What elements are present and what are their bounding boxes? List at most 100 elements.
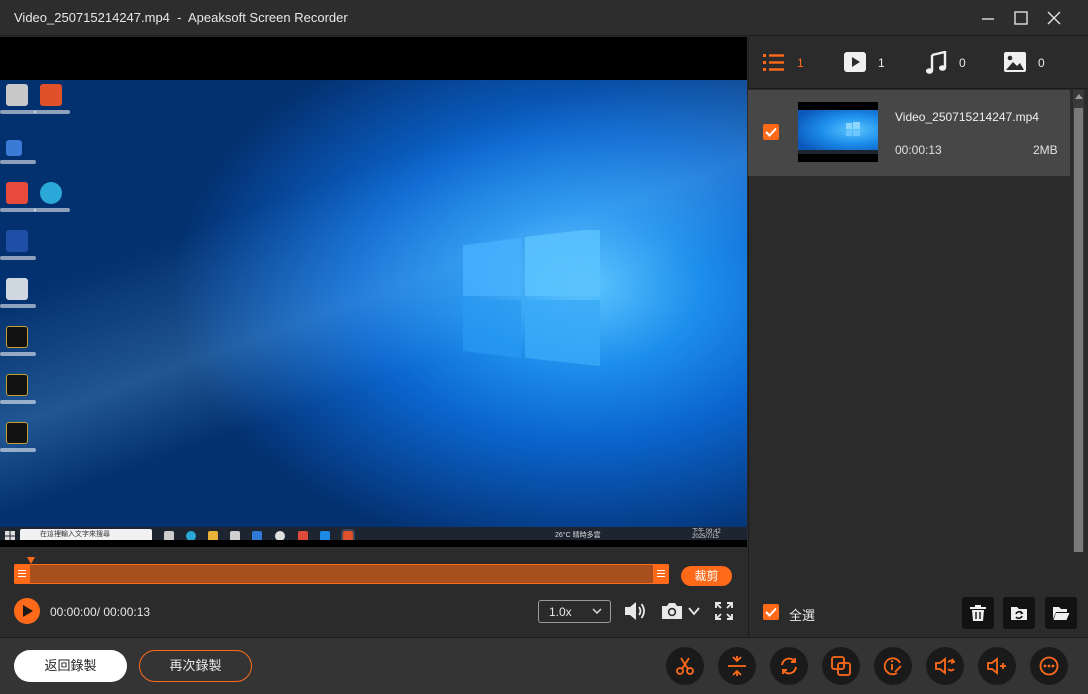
close-button[interactable] xyxy=(1042,6,1066,30)
check-icon xyxy=(765,127,777,137)
trash-icon xyxy=(970,605,986,621)
video-merger-button[interactable] xyxy=(718,647,756,685)
volume-icon[interactable] xyxy=(623,600,647,622)
file-duration: 00:00:13 xyxy=(895,143,942,157)
play-button[interactable] xyxy=(14,598,40,624)
chrome-taskbar-icon xyxy=(275,531,285,540)
edge-taskbar-icon xyxy=(186,531,196,540)
music-icon xyxy=(925,50,947,74)
scrollbar-thumb[interactable] xyxy=(1074,108,1083,552)
s-app-icon xyxy=(6,374,28,396)
speed-select[interactable]: 1.0x xyxy=(538,600,611,623)
file-checkbox[interactable] xyxy=(763,124,779,140)
title-file-name: Video_250715214247.mp4 xyxy=(14,10,170,25)
check-icon xyxy=(765,607,777,617)
recorded-desktop-frame: 在這裡輸入文字來搜尋 26°C 晴時多雲 下午 09:42 2025/7/15 xyxy=(0,80,747,540)
compress-icon xyxy=(831,656,851,676)
time-display: 00:00:00/ 00:00:13 xyxy=(50,605,151,619)
timeline-area xyxy=(0,547,747,637)
select-all-label: 全選 xyxy=(789,608,816,623)
chevron-down-icon xyxy=(592,608,602,614)
fullscreen-icon[interactable] xyxy=(714,601,734,621)
store-taskbar-icon xyxy=(230,531,240,540)
volume-boost-icon xyxy=(935,657,955,675)
title-bar: Video_250715214247.mp4 - Apeaksoft Scree… xyxy=(0,0,1088,36)
filter-video-count: 1 xyxy=(878,56,885,70)
file-size: 2MB xyxy=(1033,143,1058,157)
back-to-record-button[interactable]: 返回錄製 xyxy=(14,650,127,682)
media-metadata-button[interactable] xyxy=(874,647,912,685)
app-taskbar-icon xyxy=(320,531,330,540)
thumbnail-windows-logo xyxy=(846,122,860,136)
video-preview[interactable]: 在這裡輸入文字來搜尋 26°C 晴時多雲 下午 09:42 2025/7/15 xyxy=(0,37,747,547)
maximize-button[interactable] xyxy=(1009,6,1033,30)
mail-taskbar-icon xyxy=(252,531,262,540)
grip-icon xyxy=(657,570,665,571)
recycle-bin-icon xyxy=(6,84,28,106)
speed-value: 1.0x xyxy=(549,605,572,619)
recorder-app-icon xyxy=(40,84,62,106)
video-compressor-button[interactable] xyxy=(822,647,860,685)
record-again-button[interactable]: 再次錄製 xyxy=(139,650,252,682)
minimize-icon xyxy=(982,18,994,20)
list-icon xyxy=(763,54,784,71)
filter-image-tab[interactable] xyxy=(1003,51,1027,75)
video-icon xyxy=(844,52,866,72)
delete-button[interactable] xyxy=(962,597,994,629)
filter-video-tab[interactable] xyxy=(843,51,867,75)
desktop-shortcut-icon xyxy=(6,140,22,156)
file-converter-button[interactable] xyxy=(770,647,808,685)
select-all-checkbox[interactable] xyxy=(763,604,779,620)
advanced-trimmer-button[interactable] xyxy=(666,647,704,685)
trim-button[interactable]: 裁剪 xyxy=(681,566,732,586)
app-window: Video_250715214247.mp4 - Apeaksoft Scree… xyxy=(0,0,1088,694)
open-folder-button[interactable] xyxy=(1045,597,1077,629)
filter-all-count: 1 xyxy=(797,56,804,70)
open-folder-icon xyxy=(1053,607,1070,620)
scroll-up-icon[interactable] xyxy=(1075,93,1083,99)
network-app-icon xyxy=(6,278,28,300)
file-name: Video_250715214247.mp4 xyxy=(895,110,1039,124)
add-audio-button[interactable] xyxy=(978,647,1016,685)
trim-end-handle[interactable] xyxy=(653,564,669,584)
windows-logo-wallpaper xyxy=(463,230,600,366)
title-separator: - xyxy=(177,10,182,25)
image-icon xyxy=(1004,52,1026,72)
close-icon xyxy=(1047,11,1061,25)
recorder-taskbar-icon xyxy=(341,529,355,540)
snapshot-camera-icon[interactable] xyxy=(660,601,686,621)
filter-image-count: 0 xyxy=(1038,56,1045,70)
more-icon xyxy=(1039,656,1059,676)
volume-booster-button[interactable] xyxy=(926,647,964,685)
file-thumbnail[interactable] xyxy=(798,102,878,162)
minimize-button[interactable] xyxy=(976,6,1000,30)
file-list-item[interactable] xyxy=(748,90,1070,176)
trim-track[interactable] xyxy=(14,564,669,584)
snapshot-chevron-down-icon[interactable] xyxy=(688,607,700,616)
more-tools-button[interactable] xyxy=(1030,647,1068,685)
filter-audio-tab[interactable] xyxy=(925,50,947,75)
merge-icon xyxy=(728,656,746,676)
explorer-taskbar-icon xyxy=(208,531,218,540)
metadata-icon xyxy=(883,657,902,676)
scissors-icon xyxy=(676,657,694,675)
ki-app-icon xyxy=(6,230,28,252)
paint-app-icon xyxy=(6,182,28,204)
maximize-icon xyxy=(1014,11,1028,25)
window-title: Video_250715214247.mp4 - Apeaksoft Scree… xyxy=(14,10,348,25)
tray-date: 2025/7/15 xyxy=(692,534,719,540)
audio-add-icon xyxy=(987,657,1006,675)
d-app-icon xyxy=(6,422,28,444)
play-icon xyxy=(23,605,33,617)
trim-start-handle[interactable] xyxy=(14,564,30,584)
taskbar xyxy=(0,527,747,540)
filter-audio-count: 0 xyxy=(959,56,966,70)
filter-all-tab[interactable] xyxy=(762,51,786,75)
tray-weather: 26°C 晴時多雲 xyxy=(555,532,601,539)
edge-browser-icon xyxy=(40,182,62,204)
rp-app-icon xyxy=(6,326,28,348)
convert-folder-button[interactable] xyxy=(1003,597,1035,629)
start-icon xyxy=(5,531,15,540)
taskbar-search-text: 在這裡輸入文字來搜尋 xyxy=(40,531,110,538)
convert-icon xyxy=(781,657,797,675)
